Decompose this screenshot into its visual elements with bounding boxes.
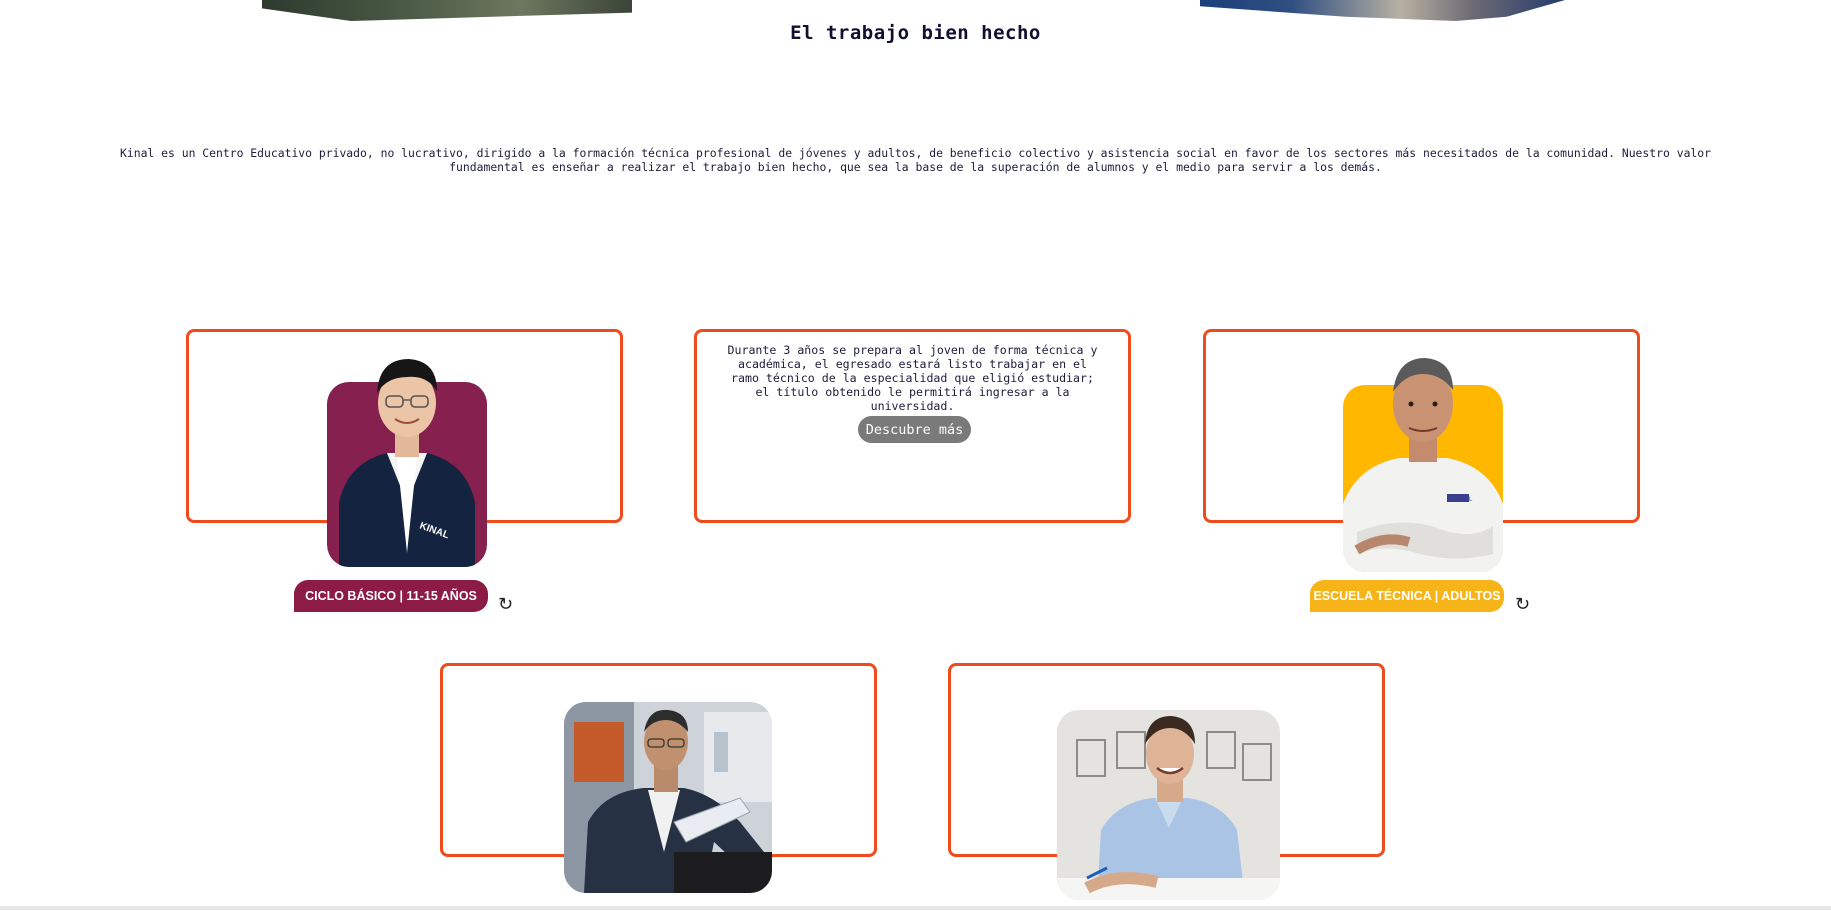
portrait-ciclo-basico: KINAL (327, 353, 487, 567)
portrait-adultos: KINAL (1343, 354, 1503, 572)
instructor-photo: KINAL (1343, 358, 1503, 572)
rotate-icon[interactable]: ↻ (1515, 596, 1530, 614)
page-bottom-divider (0, 906, 1831, 910)
portrait-card-4 (564, 702, 772, 893)
card-diversificado: Durante 3 años se prepara al joven de fo… (694, 329, 1131, 523)
page: El trabajo bien hecho Kinal es un Centro… (0, 0, 1831, 910)
tag-escuela-tecnica-adultos[interactable]: ESCUELA TÉCNICA | ADULTOS (1310, 580, 1504, 612)
header-banner-image-left (262, 0, 632, 21)
portrait-card-5 (1057, 710, 1280, 900)
svg-text:KINAL: KINAL (1455, 497, 1473, 503)
header-banner-image-right (1200, 0, 1565, 21)
intro-paragraph: Kinal es un Centro Educativo privado, no… (120, 146, 1711, 174)
student-photo: KINAL (327, 359, 487, 567)
teacher-photo (1057, 710, 1280, 900)
card-diversificado-text: Durante 3 años se prepara al joven de fo… (727, 343, 1098, 413)
rotate-icon[interactable]: ↻ (498, 596, 513, 614)
discover-more-button[interactable]: Descubre más (858, 416, 971, 443)
section-title: El trabajo bien hecho (790, 22, 1041, 44)
tag-ciclo-basico[interactable]: CICLO BÁSICO | 11-15 AÑOS (294, 580, 488, 612)
professional-photo (564, 702, 772, 893)
